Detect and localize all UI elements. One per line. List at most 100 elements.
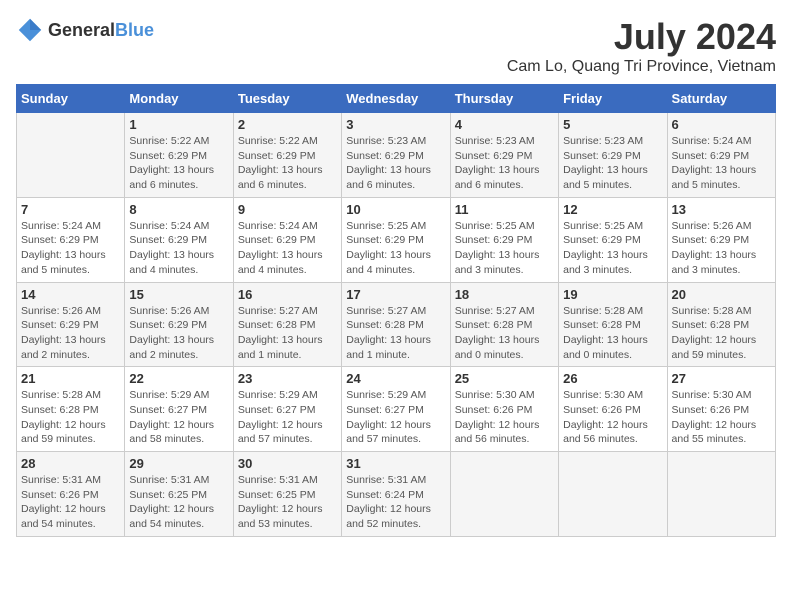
location: Cam Lo, Quang Tri Province, Vietnam (507, 58, 776, 76)
day-info: Sunrise: 5:25 AM Sunset: 6:29 PM Dayligh… (455, 219, 554, 278)
calendar-header-wednesday: Wednesday (342, 85, 450, 113)
day-number: 27 (672, 371, 771, 386)
calendar-cell: 16 Sunrise: 5:27 AM Sunset: 6:28 PM Dayli… (233, 282, 341, 367)
header: GeneralBlue July 2024 Cam Lo, Quang Tri … (16, 16, 776, 76)
day-number: 4 (455, 117, 554, 132)
day-info: Sunrise: 5:23 AM Sunset: 6:29 PM Dayligh… (563, 134, 662, 193)
day-info: Sunrise: 5:29 AM Sunset: 6:27 PM Dayligh… (346, 388, 445, 447)
calendar-cell: 21Sunrise: 5:28 AM Sunset: 6:28 PM Dayli… (17, 367, 125, 452)
day-info: Sunrise: 5:28 AM Sunset: 6:28 PM Dayligh… (672, 304, 771, 363)
day-number: 20 (672, 287, 771, 302)
calendar-cell: 20 Sunrise: 5:28 AM Sunset: 6:28 PM Dayli… (667, 282, 775, 367)
calendar-cell (450, 452, 558, 537)
day-number: 19 (563, 287, 662, 302)
day-number: 11 (455, 202, 554, 217)
logo: GeneralBlue (16, 16, 154, 44)
calendar-cell: 15 Sunrise: 5:26 AM Sunset: 6:29 PM Dayli… (125, 282, 233, 367)
calendar-cell (667, 452, 775, 537)
day-number: 12 (563, 202, 662, 217)
day-number: 14 (21, 287, 120, 302)
calendar-cell: 5 Sunrise: 5:23 AM Sunset: 6:29 PM Daylig… (559, 113, 667, 198)
calendar-cell: 11 Sunrise: 5:25 AM Sunset: 6:29 PM Dayli… (450, 197, 558, 282)
calendar-header-monday: Monday (125, 85, 233, 113)
day-info: Sunrise: 5:24 AM Sunset: 6:29 PM Dayligh… (672, 134, 771, 193)
calendar-cell: 10 Sunrise: 5:25 AM Sunset: 6:29 PM Dayli… (342, 197, 450, 282)
day-number: 5 (563, 117, 662, 132)
day-number: 17 (346, 287, 445, 302)
calendar-week-row: 21Sunrise: 5:28 AM Sunset: 6:28 PM Dayli… (17, 367, 776, 452)
day-number: 1 (129, 117, 228, 132)
day-number: 28 (21, 456, 120, 471)
calendar-header-friday: Friday (559, 85, 667, 113)
day-info: Sunrise: 5:31 AM Sunset: 6:26 PM Dayligh… (21, 473, 120, 532)
calendar-cell: 31Sunrise: 5:31 AM Sunset: 6:24 PM Dayli… (342, 452, 450, 537)
day-info: Sunrise: 5:27 AM Sunset: 6:28 PM Dayligh… (238, 304, 337, 363)
calendar-cell: 28 Sunrise: 5:31 AM Sunset: 6:26 PM Dayli… (17, 452, 125, 537)
calendar-cell: 4Sunrise: 5:23 AM Sunset: 6:29 PM Daylig… (450, 113, 558, 198)
day-info: Sunrise: 5:27 AM Sunset: 6:28 PM Dayligh… (455, 304, 554, 363)
day-number: 10 (346, 202, 445, 217)
calendar-cell: 2 Sunrise: 5:22 AM Sunset: 6:29 PM Daylig… (233, 113, 341, 198)
calendar-cell: 24Sunrise: 5:29 AM Sunset: 6:27 PM Dayli… (342, 367, 450, 452)
logo-text-general: General (48, 20, 115, 40)
calendar-week-row: 14 Sunrise: 5:26 AM Sunset: 6:29 PM Dayli… (17, 282, 776, 367)
day-info: Sunrise: 5:27 AM Sunset: 6:28 PM Dayligh… (346, 304, 445, 363)
calendar-cell: 26 Sunrise: 5:30 AM Sunset: 6:26 PM Dayli… (559, 367, 667, 452)
day-info: Sunrise: 5:22 AM Sunset: 6:29 PM Dayligh… (238, 134, 337, 193)
calendar-header-sunday: Sunday (17, 85, 125, 113)
day-info: Sunrise: 5:23 AM Sunset: 6:29 PM Dayligh… (346, 134, 445, 193)
day-info: Sunrise: 5:31 AM Sunset: 6:25 PM Dayligh… (238, 473, 337, 532)
day-info: Sunrise: 5:24 AM Sunset: 6:29 PM Dayligh… (129, 219, 228, 278)
day-info: Sunrise: 5:22 AM Sunset: 6:29 PM Dayligh… (129, 134, 228, 193)
calendar-header-tuesday: Tuesday (233, 85, 341, 113)
day-info: Sunrise: 5:26 AM Sunset: 6:29 PM Dayligh… (672, 219, 771, 278)
day-number: 15 (129, 287, 228, 302)
day-number: 2 (238, 117, 337, 132)
logo-text-blue: Blue (115, 20, 154, 40)
day-info: Sunrise: 5:29 AM Sunset: 6:27 PM Dayligh… (238, 388, 337, 447)
calendar-cell: 3 Sunrise: 5:23 AM Sunset: 6:29 PM Daylig… (342, 113, 450, 198)
calendar-cell: 9 Sunrise: 5:24 AM Sunset: 6:29 PM Daylig… (233, 197, 341, 282)
title-area: July 2024 Cam Lo, Quang Tri Province, Vi… (507, 16, 776, 76)
calendar-header-thursday: Thursday (450, 85, 558, 113)
day-number: 6 (672, 117, 771, 132)
month-year: July 2024 (507, 16, 776, 58)
day-number: 7 (21, 202, 120, 217)
day-number: 16 (238, 287, 337, 302)
calendar-cell: 27 Sunrise: 5:30 AM Sunset: 6:26 PM Dayli… (667, 367, 775, 452)
calendar-week-row: 28 Sunrise: 5:31 AM Sunset: 6:26 PM Dayli… (17, 452, 776, 537)
day-number: 9 (238, 202, 337, 217)
day-info: Sunrise: 5:24 AM Sunset: 6:29 PM Dayligh… (21, 219, 120, 278)
calendar-cell: 22Sunrise: 5:29 AM Sunset: 6:27 PM Dayli… (125, 367, 233, 452)
day-info: Sunrise: 5:28 AM Sunset: 6:28 PM Dayligh… (563, 304, 662, 363)
calendar-cell: 18Sunrise: 5:27 AM Sunset: 6:28 PM Dayli… (450, 282, 558, 367)
calendar-table: SundayMondayTuesdayWednesdayThursdayFrid… (16, 84, 776, 537)
calendar-cell: 8 Sunrise: 5:24 AM Sunset: 6:29 PM Daylig… (125, 197, 233, 282)
day-info: Sunrise: 5:25 AM Sunset: 6:29 PM Dayligh… (346, 219, 445, 278)
day-info: Sunrise: 5:24 AM Sunset: 6:29 PM Dayligh… (238, 219, 337, 278)
day-number: 3 (346, 117, 445, 132)
day-info: Sunrise: 5:31 AM Sunset: 6:24 PM Dayligh… (346, 473, 445, 532)
calendar-week-row: 1 Sunrise: 5:22 AM Sunset: 6:29 PM Daylig… (17, 113, 776, 198)
day-info: Sunrise: 5:30 AM Sunset: 6:26 PM Dayligh… (563, 388, 662, 447)
logo-icon (16, 16, 44, 44)
day-number: 29 (129, 456, 228, 471)
calendar-cell: 14 Sunrise: 5:26 AM Sunset: 6:29 PM Dayli… (17, 282, 125, 367)
day-number: 21 (21, 371, 120, 386)
calendar-header-row: SundayMondayTuesdayWednesdayThursdayFrid… (17, 85, 776, 113)
day-info: Sunrise: 5:25 AM Sunset: 6:29 PM Dayligh… (563, 219, 662, 278)
calendar-cell: 19 Sunrise: 5:28 AM Sunset: 6:28 PM Dayli… (559, 282, 667, 367)
day-number: 23 (238, 371, 337, 386)
day-number: 25 (455, 371, 554, 386)
calendar-cell: 17 Sunrise: 5:27 AM Sunset: 6:28 PM Dayli… (342, 282, 450, 367)
calendar-cell: 25Sunrise: 5:30 AM Sunset: 6:26 PM Dayli… (450, 367, 558, 452)
day-number: 26 (563, 371, 662, 386)
calendar-cell: 23 Sunrise: 5:29 AM Sunset: 6:27 PM Dayli… (233, 367, 341, 452)
calendar-cell (17, 113, 125, 198)
day-number: 8 (129, 202, 228, 217)
day-number: 13 (672, 202, 771, 217)
day-info: Sunrise: 5:26 AM Sunset: 6:29 PM Dayligh… (129, 304, 228, 363)
day-info: Sunrise: 5:30 AM Sunset: 6:26 PM Dayligh… (672, 388, 771, 447)
calendar-cell (559, 452, 667, 537)
day-info: Sunrise: 5:26 AM Sunset: 6:29 PM Dayligh… (21, 304, 120, 363)
